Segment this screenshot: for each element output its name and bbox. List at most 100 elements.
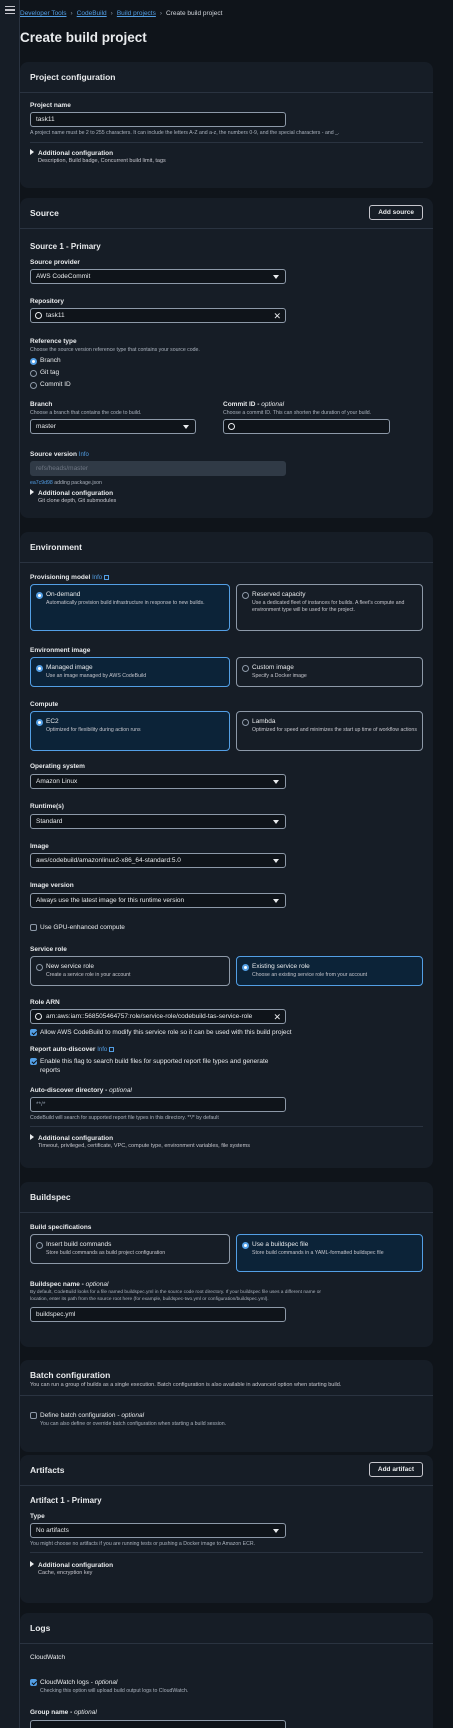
caret-down-icon <box>273 820 279 824</box>
project-name-input[interactable]: task11 <box>30 112 286 127</box>
breadcrumb-build-projects[interactable]: Build projects <box>117 10 156 17</box>
commit-id-label: Commit ID - optional <box>223 401 285 408</box>
operating-system-label: Operating system <box>30 763 85 770</box>
allow-modify-role-checkbox[interactable]: Allow AWS CodeBuild to modify this servi… <box>30 1028 292 1037</box>
breadcrumb: Developer Tools › CodeBuild › Build projects… <box>20 10 222 17</box>
additional-configuration-expander[interactable]: Additional configuration Description, Bui… <box>30 149 166 164</box>
chevron-right-icon: › <box>70 10 73 17</box>
search-icon <box>35 1013 42 1020</box>
breadcrumb-developer-tools[interactable]: Developer Tools <box>20 10 67 17</box>
environment-panel: Environment Provisioning model Info On-d… <box>20 532 433 1168</box>
define-batch-checkbox[interactable]: Define batch configuration - optional You… <box>30 1411 226 1429</box>
cloudwatch-logs-checkbox[interactable]: CloudWatch logs - optional Checking this … <box>30 1678 188 1696</box>
close-icon[interactable]: ✕ <box>273 310 281 322</box>
caret-down-icon <box>273 859 279 863</box>
checkbox-icon <box>30 1679 37 1686</box>
repository-search-input[interactable]: task11 ✕ <box>30 308 286 323</box>
caret-down-icon <box>183 425 189 429</box>
source-provider-label: Source provider <box>30 259 80 266</box>
group-name-label: Group name - optional <box>30 1709 97 1716</box>
source-provider-select[interactable]: AWS CodeCommit <box>30 269 286 284</box>
tile-ec2[interactable]: EC2 Optimized for flexibility during acti… <box>30 711 230 751</box>
tile-reserved-capacity[interactable]: Reserved capacity Use a dedicated fleet o… <box>236 584 423 631</box>
add-artifact-button[interactable]: Add artifact <box>368 1462 423 1477</box>
breadcrumb-current: Create build project <box>166 10 223 17</box>
info-link[interactable]: Info <box>79 452 89 458</box>
buildspec-hint-1: By default, CodeBuild looks for a file n… <box>30 1290 321 1295</box>
caret-right-icon <box>30 1134 34 1140</box>
branch-label: Branch <box>30 401 53 408</box>
info-link[interactable]: Info <box>97 1046 115 1053</box>
panel-title: Environment <box>30 542 82 552</box>
operating-system-select[interactable]: Amazon Linux <box>30 774 286 789</box>
caret-down-icon <box>273 1529 279 1533</box>
additional-configuration-expander[interactable]: Additional configuration Cache, encryptio… <box>30 1561 113 1576</box>
runtime-label: Runtime(s) <box>30 803 64 810</box>
checkbox-icon <box>30 1412 37 1419</box>
report-auto-discover-checkbox[interactable]: Enable this flag to search build files f… <box>30 1057 280 1075</box>
role-arn-search-input[interactable]: arn:aws:iam::568505464757:role/service-r… <box>30 1009 286 1024</box>
hamburger-menu-icon[interactable] <box>5 6 15 14</box>
tile-existing-service-role[interactable]: Existing service role Choose an existing … <box>236 956 423 986</box>
artifact-type-select[interactable]: No artifacts <box>30 1523 286 1538</box>
tile-on-demand[interactable]: On-demand Automatically provision build i… <box>30 584 230 631</box>
tile-new-service-role[interactable]: New service role Create a service role in… <box>30 956 230 986</box>
additional-configuration-expander[interactable]: Additional configuration Git clone depth,… <box>30 489 116 504</box>
caret-down-icon <box>273 780 279 784</box>
commit-id-search-input[interactable] <box>223 419 390 434</box>
artifact-primary-title: Artifact 1 - Primary <box>30 1496 102 1505</box>
branch-hint: Choose a branch that contains the code t… <box>30 410 142 416</box>
gpu-checkbox[interactable]: Use GPU-enhanced compute <box>30 923 125 932</box>
panel-title: Buildspec <box>30 1192 71 1202</box>
chevron-right-icon: › <box>110 10 113 17</box>
reference-type-hint: Choose the source version reference type… <box>30 347 200 353</box>
radio-git-tag[interactable]: Git tag <box>30 369 59 377</box>
buildspec-panel: Buildspec Build specifications Insert bu… <box>20 1182 433 1347</box>
service-role-label: Service role <box>30 946 67 953</box>
artifact-type-label: Type <box>30 1513 45 1520</box>
repository-label: Repository <box>30 298 64 305</box>
breadcrumb-codebuild[interactable]: CodeBuild <box>77 10 107 17</box>
source-panel: Source Add source Source 1 - Primary Sou… <box>20 198 433 518</box>
search-icon <box>228 423 235 430</box>
additional-configuration-expander[interactable]: Additional configuration Timeout, privile… <box>30 1134 250 1149</box>
auto-discover-hint: CodeBuild will search for supported repo… <box>30 1115 219 1121</box>
close-icon: ✕ <box>271 1011 281 1023</box>
caret-right-icon <box>30 149 34 155</box>
panel-title: Batch configuration You can run a group o… <box>30 1370 342 1388</box>
add-source-button[interactable]: Add source <box>369 205 423 220</box>
provisioning-model-label: Provisioning model Info <box>30 574 110 581</box>
environment-image-label: Environment image <box>30 647 91 654</box>
caret-down-icon <box>273 899 279 903</box>
external-link-icon <box>109 1046 115 1052</box>
panel-title: Project configuration <box>30 72 116 82</box>
page-title: Create build project <box>20 30 147 45</box>
tile-lambda[interactable]: Lambda Optimized for speed and minimizes … <box>236 711 423 751</box>
info-link[interactable]: Info <box>92 574 110 581</box>
tile-custom-image[interactable]: Custom image Specify a Docker image <box>236 657 423 687</box>
checkbox-icon <box>30 924 37 931</box>
group-name-input[interactable] <box>30 1720 286 1728</box>
project-name-label: Project name <box>30 102 71 109</box>
source-version-input: refs/heads/master <box>30 461 286 476</box>
panel-title: Logs <box>30 1623 51 1633</box>
image-label: Image <box>30 843 49 850</box>
tile-use-buildspec-file[interactable]: Use a buildspec file Store build commands… <box>236 1234 423 1272</box>
auto-discover-directory-input[interactable]: **/* <box>30 1097 286 1112</box>
image-select[interactable]: aws/codebuild/amazonlinux2-x86_64-standa… <box>30 853 286 868</box>
artifacts-panel: Artifacts Add artifact Artifact 1 - Prim… <box>20 1455 433 1603</box>
radio-branch[interactable]: Branch <box>30 357 61 365</box>
tile-managed-image[interactable]: Managed image Use an image managed by AWS… <box>30 657 230 687</box>
buildspec-hint-2: location, enter its path from the source… <box>30 1297 269 1302</box>
batch-configuration-panel: Batch configuration You can run a group o… <box>20 1360 433 1452</box>
source-primary-title: Source 1 - Primary <box>30 242 101 251</box>
buildspec-name-input[interactable]: buildspec.yml <box>30 1307 286 1322</box>
tile-insert-build-commands[interactable]: Insert build commands Store build command… <box>30 1234 230 1264</box>
chevron-right-icon: › <box>159 10 163 17</box>
checkbox-icon <box>30 1029 37 1036</box>
radio-commit-id[interactable]: Commit ID <box>30 381 71 389</box>
branch-select[interactable]: master <box>30 419 196 434</box>
image-version-select[interactable]: Always use the latest image for this run… <box>30 893 286 908</box>
buildspec-name-label: Buildspec name - optional <box>30 1281 109 1288</box>
runtime-select[interactable]: Standard <box>30 814 286 829</box>
